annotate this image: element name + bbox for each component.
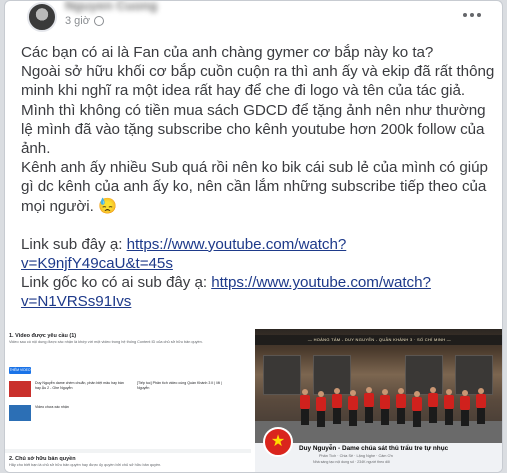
video-row: Video chưa xác nhận [9,403,247,425]
dot-icon [463,13,467,17]
form-section-text: Video sau có nội dung được xác nhận là k… [9,340,203,344]
video-title: Duy Nguyễn dame chém chuẩn, phân biệt mâ… [35,381,124,390]
link-line-1: Link sub đây ạ: https://www.youtube.com/… [21,235,495,273]
person-figure [379,389,391,425]
shop-window [263,355,301,395]
globe-icon [93,16,104,26]
photo-copyright-form[interactable]: 1. Video được yêu cầu (1) Video sau có n… [5,329,253,472]
link-label: Link gốc ko có ai sub đây ạ: [21,274,212,292]
person-figure [427,387,439,423]
cover-photo: — HOÀNG TÁM - DUY NGUYỄN - QUẦN KHÁNH 3 … [255,329,502,443]
shop-sign: — HOÀNG TÁM - DUY NGUYỄN - QUẦN KHÁNH 3 … [255,335,502,345]
post-paragraph: Mình thì không có tiền mua sách GDCD để … [21,101,486,158]
video-thumbnail [9,381,31,397]
dot-icon [477,13,481,17]
video-title: Video chưa xác nhận [35,405,69,409]
dot-icon [470,13,474,17]
post-card: Nguyen Cuong 3 giờ Các bạn có ai là Fan … [4,0,503,473]
post-header: Nguyen Cuong 3 giờ [5,1,502,39]
video-meta: [Tiếp tuc] Phân tích video cùng Quần Khá… [137,381,223,390]
form-section-title: 1. Video được yêu cầu (1) [9,333,77,339]
profile-subtitle: Phân Tích · Chia Sẻ · Lặng Nghe · Cảm Ơn [319,454,393,458]
post-paragraph: Ngoài sở hữu khối cơ bắp cuồn cuộn ra th… [21,63,495,100]
form-section-2: 2. Chủ sở hữu bản quyền Hãy cho biết bạn… [5,453,251,472]
post-time-label[interactable]: 3 giờ [65,15,90,27]
profile-subtitle: Nhà sáng tạo nội dung số · 234K người th… [313,460,390,464]
video-thumbnail [9,405,31,421]
post-paragraph: Các bạn có ai là Fan của anh chàng gymer… [21,44,434,61]
more-options-button[interactable] [460,6,484,24]
link-label: Link sub đây ạ: [21,235,127,253]
person-figure [331,388,343,424]
person-figure [299,389,311,425]
photo-profile-cover[interactable]: — HOÀNG TÁM - DUY NGUYỄN - QUẦN KHÁNH 3 … [255,329,502,472]
person-figure [363,387,375,423]
person-figure [411,391,423,427]
form-section-text: Hãy cho biết bạn là chủ sở hữu bản quyền… [9,463,162,467]
person-figure [315,391,327,427]
post-time[interactable]: 3 giờ [65,15,104,27]
author-name[interactable]: Nguyen Cuong [65,1,157,13]
person-figure [443,389,455,425]
add-video-button: THÊM VIDEO [9,367,31,374]
form-panel: 1. Video được yêu cầu (1) Video sau có n… [5,329,251,449]
shop-window [455,355,493,395]
link-line-2: Link gốc ko có ai sub đây ạ: https://www… [21,273,495,311]
post-photos: 1. Video được yêu cầu (1) Video sau có n… [5,329,502,472]
form-section-title: 2. Chủ sở hữu bản quyền [9,456,76,462]
author-avatar[interactable] [27,2,57,32]
post-paragraph: Kênh anh ấy nhiều Sub quá rồi nên ko bik… [21,159,488,215]
person-figure [475,388,487,424]
vietnam-flag-icon: ★ [263,427,293,457]
person-figure [459,390,471,426]
post-text: Các bạn có ai là Fan của anh chàng gymer… [21,43,495,312]
video-row: Duy Nguyễn dame chém chuẩn, phân biệt mâ… [9,379,247,401]
person-figure [347,390,359,426]
profile-name: Duy Nguyễn - Dame chúa sát thủ trẩu tre … [299,445,449,452]
person-figure [395,388,407,424]
